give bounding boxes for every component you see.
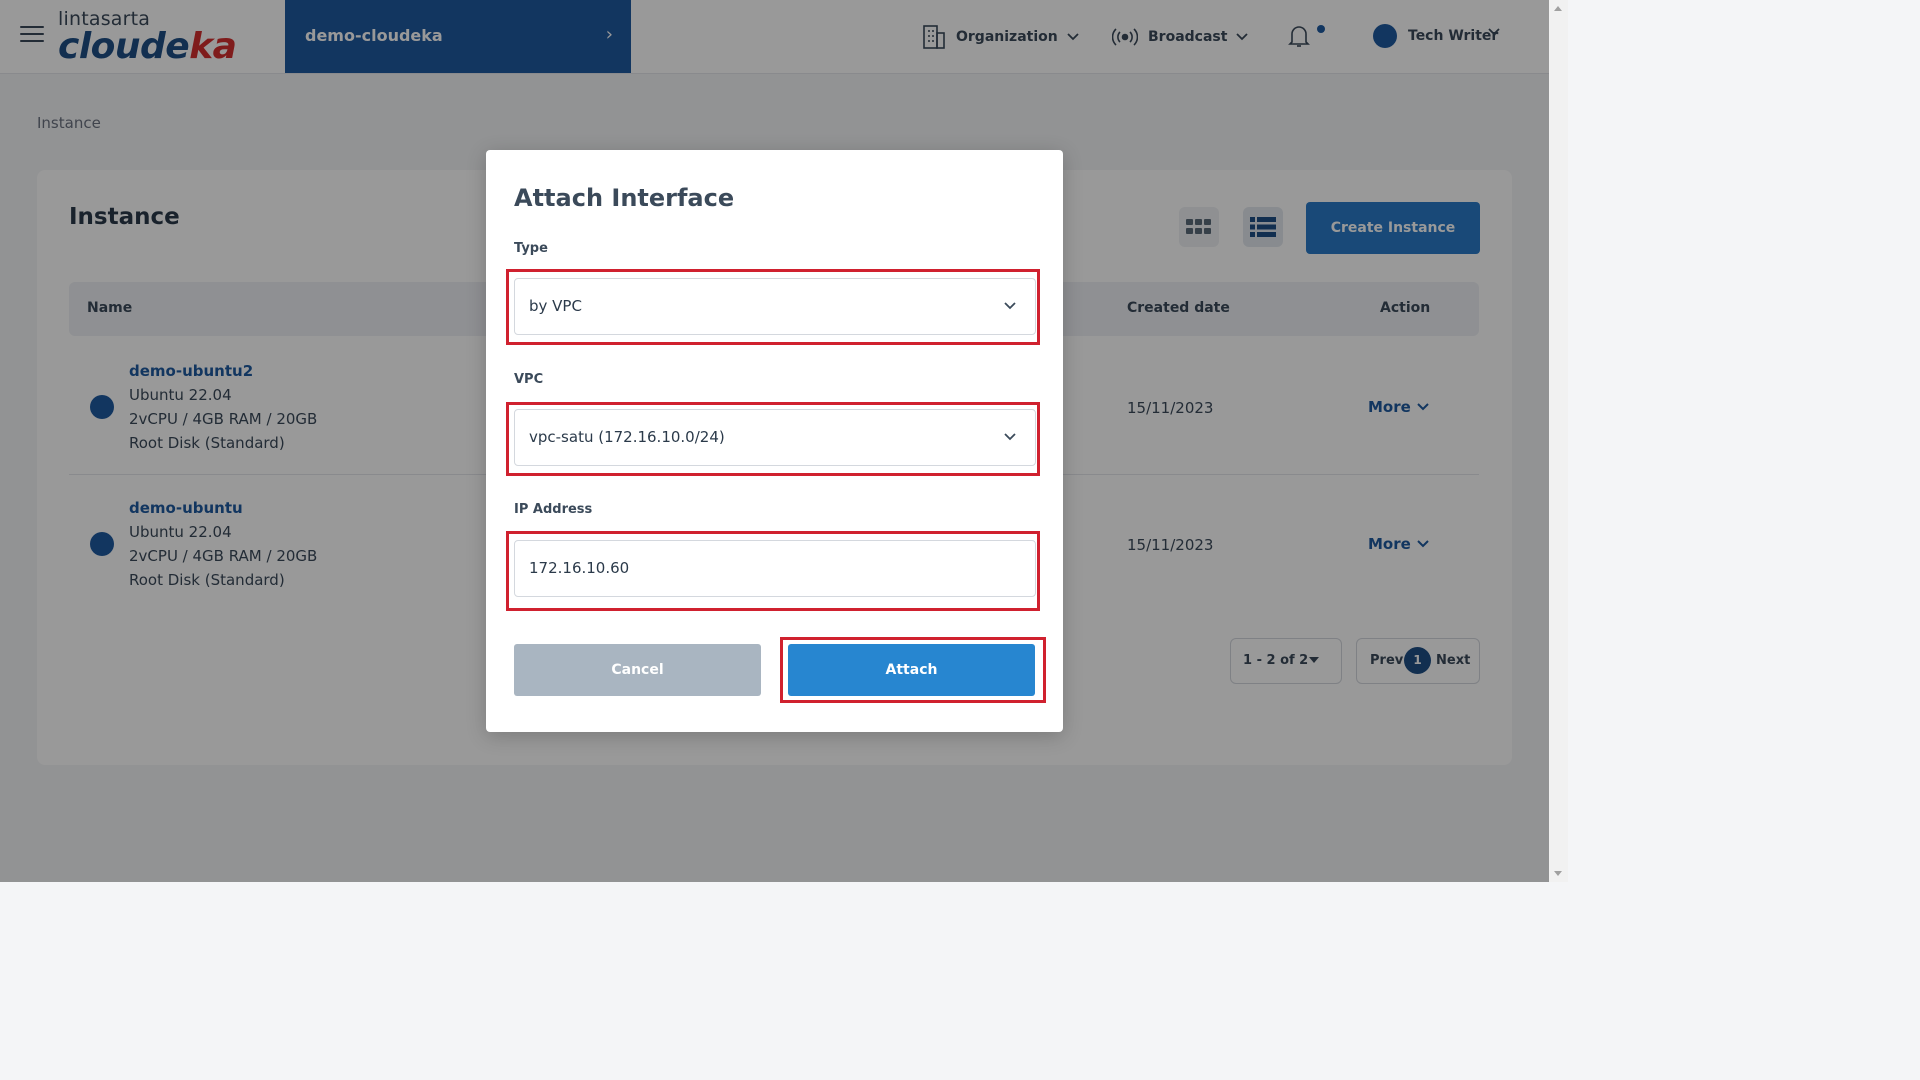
vpc-value: vpc-satu (172.16.10.0/24) [529, 428, 725, 446]
type-select[interactable]: by VPC [514, 278, 1036, 335]
chevron-down-icon [1004, 302, 1016, 310]
modal-title: Attach Interface [514, 184, 735, 212]
ip-address-input[interactable]: 172.16.10.60 [514, 540, 1036, 597]
ip-address-value: 172.16.10.60 [529, 559, 630, 577]
type-label: Type [514, 241, 548, 256]
attach-interface-modal: Attach Interface Type by VPC VPC vpc-sat… [486, 150, 1063, 732]
scroll-down-icon[interactable] [1554, 871, 1562, 876]
vpc-label: VPC [514, 372, 544, 387]
type-value: by VPC [529, 297, 582, 315]
cancel-button[interactable]: Cancel [514, 644, 761, 696]
attach-button[interactable]: Attach [788, 644, 1035, 696]
ip-address-label: IP Address [514, 502, 593, 517]
scroll-up-icon[interactable] [1554, 6, 1562, 11]
scrollbar[interactable] [1549, 0, 1568, 882]
vpc-select[interactable]: vpc-satu (172.16.10.0/24) [514, 409, 1036, 466]
chevron-down-icon [1004, 433, 1016, 441]
